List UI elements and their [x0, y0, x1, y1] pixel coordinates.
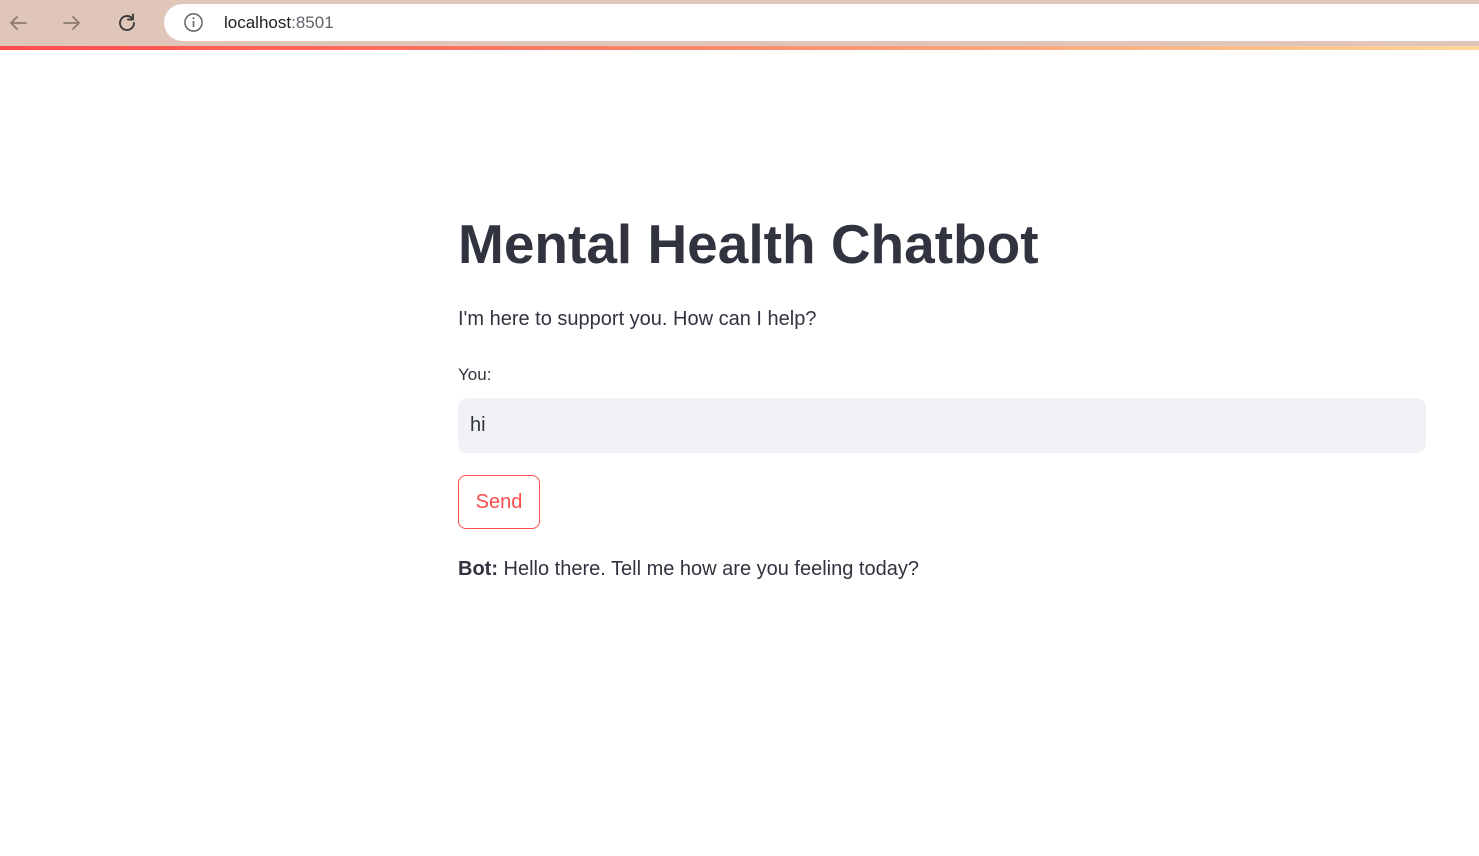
page-title: Mental Health Chatbot	[458, 213, 1039, 275]
url-text[interactable]: localhost:8501	[224, 12, 334, 33]
info-icon[interactable]	[183, 12, 204, 33]
send-button[interactable]: Send	[458, 475, 540, 529]
page-subtitle: I'm here to support you. How can I help?	[458, 308, 817, 330]
browser-toolbar: localhost:8501	[0, 0, 1479, 46]
reload-icon	[119, 13, 135, 31]
back-button[interactable]	[3, 8, 33, 38]
header-decoration	[0, 46, 1479, 50]
url-host: localhost	[224, 13, 292, 32]
address-bar[interactable]: localhost:8501	[164, 4, 1479, 41]
bot-response: Bot: Hello there. Tell me how are you fe…	[458, 555, 919, 583]
message-input-label: You:	[458, 365, 492, 384]
reload-button[interactable]	[112, 8, 142, 38]
bot-name-label: Bot:	[458, 558, 498, 580]
forward-button[interactable]	[57, 8, 87, 38]
message-input[interactable]	[458, 398, 1426, 453]
arrow-left-icon	[10, 16, 27, 30]
bot-message-text: Hello there. Tell me how are you feeling…	[497, 558, 919, 580]
url-port: :8501	[291, 13, 334, 32]
arrow-right-icon	[63, 16, 80, 30]
